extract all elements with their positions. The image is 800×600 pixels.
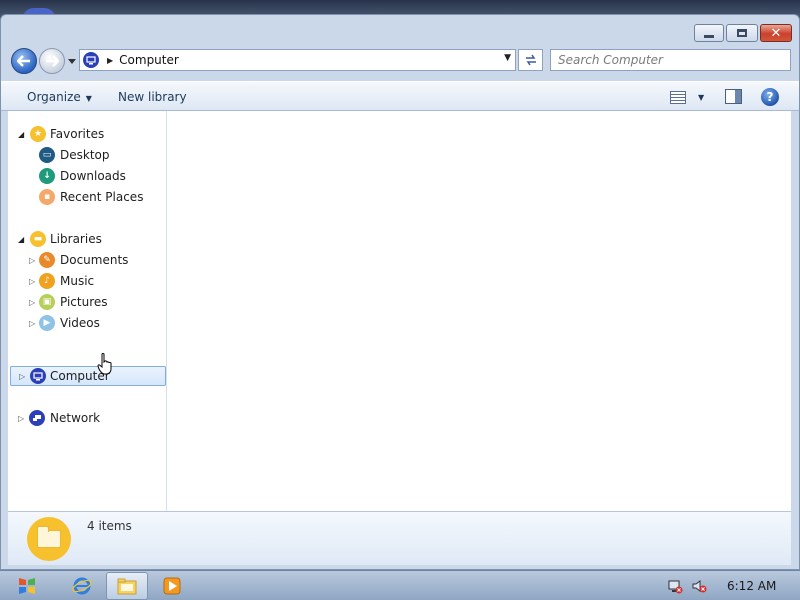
taskbar: 6:12 AM xyxy=(0,570,800,600)
tree-label: Videos xyxy=(60,316,100,330)
search-input[interactable] xyxy=(551,50,790,70)
tree-label: Libraries xyxy=(50,232,102,246)
folder-icon xyxy=(117,578,137,595)
details-pane: 4 items xyxy=(8,511,791,565)
new-library-button[interactable]: New library xyxy=(118,90,187,104)
explorer-window: ✕ ▶ Computer ▼ Organize ▼ xyxy=(0,14,800,570)
documents-icon: ✎ xyxy=(39,252,55,268)
command-bar: Organize ▼ New library ▼ ? xyxy=(1,81,799,111)
tree-item-documents[interactable]: ▷ ✎ Documents xyxy=(8,250,166,270)
tree-item-music[interactable]: ▷ ♪ Music xyxy=(8,271,166,291)
search-box[interactable] xyxy=(550,49,791,71)
refresh-button[interactable] xyxy=(518,49,543,71)
navigation-pane: ◢ ★ Favorites ▭ Desktop ↓ Downloads ▪ Re… xyxy=(8,111,167,511)
maximize-icon xyxy=(737,29,747,37)
tree-computer[interactable]: ▷ Computer xyxy=(10,366,166,386)
tree-item-desktop[interactable]: ▭ Desktop xyxy=(8,145,166,165)
organize-button[interactable]: Organize ▼ xyxy=(27,90,92,104)
pictures-icon: ▣ xyxy=(39,294,55,310)
collapse-icon[interactable]: ◢ xyxy=(18,130,24,139)
item-count: 4 items xyxy=(87,519,132,533)
favorites-star-icon: ★ xyxy=(30,126,46,142)
hand-cursor-icon xyxy=(97,353,112,375)
tree-label: Network xyxy=(50,411,101,425)
new-library-label: New library xyxy=(118,90,187,104)
volume-muted-icon[interactable] xyxy=(691,578,707,594)
refresh-icon xyxy=(525,54,536,66)
address-bar[interactable]: ▶ Computer ▼ xyxy=(79,49,516,71)
collapse-icon[interactable]: ◢ xyxy=(18,235,24,244)
videos-icon: ▶ xyxy=(39,315,55,331)
maximize-button[interactable] xyxy=(726,24,758,42)
tree-label: Favorites xyxy=(50,127,105,141)
address-row: ▶ Computer ▼ xyxy=(1,45,799,77)
media-player-button[interactable] xyxy=(151,572,193,600)
tree-item-pictures[interactable]: ▷ ▣ Pictures xyxy=(8,292,166,312)
folder-icon xyxy=(27,517,71,561)
breadcrumb-computer[interactable]: Computer xyxy=(119,53,179,67)
taskbar-clock[interactable]: 6:12 AM xyxy=(727,579,776,593)
tree-label: Music xyxy=(60,274,95,288)
help-button[interactable]: ? xyxy=(761,88,779,106)
address-dropdown-icon[interactable]: ▼ xyxy=(504,53,511,63)
organize-label: Organize xyxy=(27,90,81,104)
recent-places-icon: ▪ xyxy=(39,189,55,205)
tree-favorites[interactable]: ◢ ★ Favorites xyxy=(8,124,166,144)
back-arrow-icon xyxy=(17,55,30,67)
desktop-icon: ▭ xyxy=(39,147,55,163)
chevron-down-icon[interactable]: ▼ xyxy=(698,93,704,102)
breadcrumb-separator-icon[interactable]: ▶ xyxy=(107,56,113,65)
tree-label: Documents xyxy=(60,253,129,267)
computer-icon xyxy=(30,368,46,384)
change-view-button[interactable]: ▼ xyxy=(670,88,710,106)
internet-explorer-button[interactable] xyxy=(61,572,103,600)
minimize-icon xyxy=(704,34,714,38)
expand-icon[interactable]: ▷ xyxy=(18,414,24,423)
computer-icon xyxy=(83,52,99,68)
view-details-icon xyxy=(670,90,686,104)
libraries-icon: ▬ xyxy=(30,231,46,247)
tree-item-videos[interactable]: ▷ ▶ Videos xyxy=(8,313,166,333)
tree-label: Recent Places xyxy=(60,190,144,204)
expand-icon[interactable]: ▷ xyxy=(19,372,25,381)
forward-arrow-icon xyxy=(46,55,59,67)
expand-icon[interactable]: ▷ xyxy=(29,319,35,328)
minimize-button[interactable] xyxy=(694,24,724,42)
tree-item-recent-places[interactable]: ▪ Recent Places xyxy=(8,187,166,207)
tree-label: Pictures xyxy=(60,295,108,309)
help-icon: ? xyxy=(766,90,774,104)
start-logo-icon xyxy=(19,578,35,594)
tree-network[interactable]: ▷ Network xyxy=(8,408,166,428)
expand-icon[interactable]: ▷ xyxy=(29,298,35,307)
tree-item-downloads[interactable]: ↓ Downloads xyxy=(8,166,166,186)
chevron-down-icon xyxy=(68,58,76,64)
close-icon: ✕ xyxy=(770,25,782,41)
close-button[interactable]: ✕ xyxy=(760,24,792,42)
explorer-taskbar-button[interactable] xyxy=(106,572,148,600)
media-player-icon xyxy=(163,577,181,595)
internet-explorer-icon xyxy=(72,577,92,595)
music-icon: ♪ xyxy=(39,273,55,289)
back-button[interactable] xyxy=(11,48,37,74)
file-list-area[interactable] xyxy=(167,111,791,511)
forward-button[interactable] xyxy=(39,48,65,74)
tree-label: Desktop xyxy=(60,148,110,162)
expand-icon[interactable]: ▷ xyxy=(29,277,35,286)
recent-pages-button[interactable] xyxy=(66,55,78,67)
network-icon xyxy=(29,410,45,426)
preview-pane-button[interactable] xyxy=(725,89,742,104)
chevron-down-icon: ▼ xyxy=(85,94,92,103)
start-button[interactable] xyxy=(14,573,40,599)
network-status-icon[interactable] xyxy=(667,578,683,594)
downloads-icon: ↓ xyxy=(39,168,55,184)
expand-icon[interactable]: ▷ xyxy=(29,256,35,265)
tree-libraries[interactable]: ◢ ▬ Libraries xyxy=(8,229,166,249)
tree-label: Downloads xyxy=(60,169,126,183)
title-bar[interactable]: ✕ xyxy=(1,15,799,45)
